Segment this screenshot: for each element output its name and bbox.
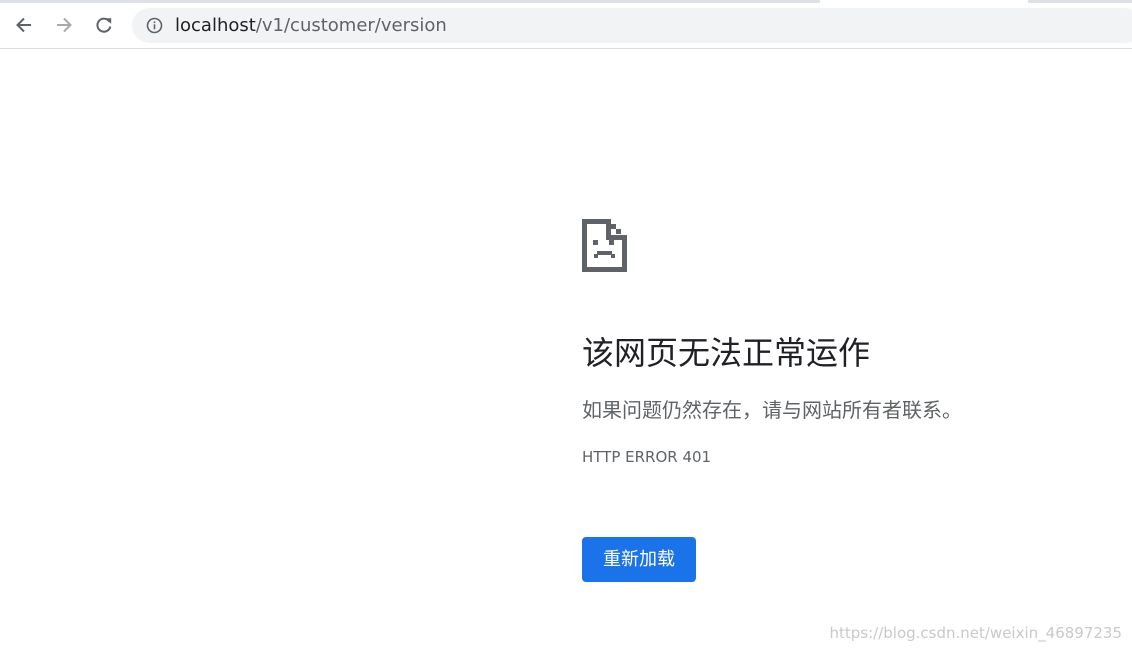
address-bar[interactable]: localhost/v1/customer/version [132, 8, 1132, 43]
reload-icon [96, 17, 112, 33]
sad-page-icon [582, 219, 627, 272]
toolbar-divider [0, 48, 1132, 49]
browser-toolbar: localhost/v1/customer/version [0, 0, 1132, 50]
back-arrow-icon [16, 17, 31, 33]
watermark: https://blog.csdn.net/weixin_46897235 [829, 624, 1122, 642]
url-host: localhost [175, 15, 256, 36]
active-tab[interactable] [820, 0, 1028, 3]
error-headline: 该网页无法正常运作 [582, 334, 871, 372]
error-code: HTTP ERROR 401 [582, 448, 712, 466]
url-path: /v1/customer/version [255, 15, 447, 36]
forward-arrow-icon [57, 17, 72, 33]
tab-strip [0, 0, 1132, 3]
info-icon[interactable] [146, 17, 163, 34]
forward-button[interactable] [49, 10, 79, 40]
back-button[interactable] [9, 10, 39, 40]
reload-page-button[interactable]: 重新加载 [582, 537, 696, 582]
url-text[interactable]: localhost/v1/customer/version [175, 8, 447, 43]
reload-button[interactable] [89, 10, 119, 40]
error-suggestion: 如果问题仍然存在，请与网站所有者联系。 [582, 398, 962, 422]
